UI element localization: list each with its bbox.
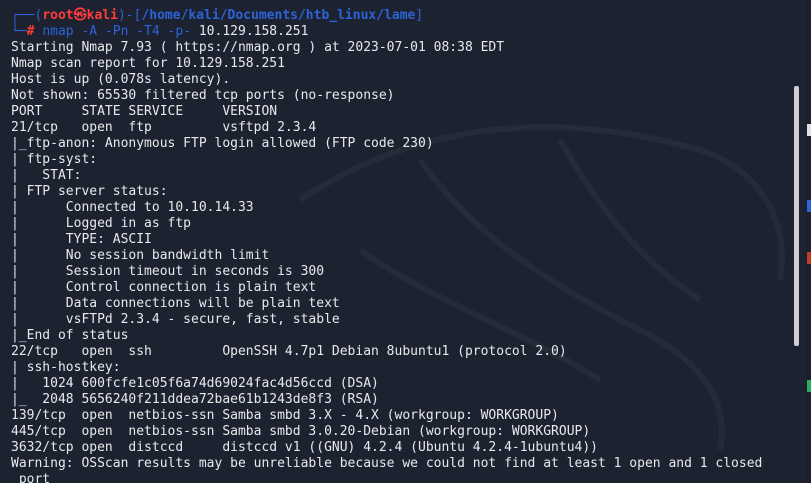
output-line: Starting Nmap 7.93 ( https://nmap.org ) … xyxy=(11,40,505,55)
terminal-output[interactable]: ┌──(root㉿kali)-[/home/kali/Documents/htb… xyxy=(0,6,794,483)
terminal-scrollbar[interactable] xyxy=(794,86,799,346)
output-line: Not shown: 65530 filtered tcp ports (no-… xyxy=(11,88,395,103)
output-line: | Logged in as ftp xyxy=(11,216,192,231)
command-args: -A -Pn -T4 -p- xyxy=(81,24,192,39)
output-line: | Connected to 10.10.14.33 xyxy=(11,200,254,215)
prompt-host: kali xyxy=(86,8,118,23)
prompt-path: /home/kali/Documents/htb_linux/lame xyxy=(141,8,416,23)
side-window-icon xyxy=(807,200,811,212)
output-line: Warning: OSScan results may be unreliabl… xyxy=(11,456,763,471)
command-line[interactable]: └─# nmap -A -Pn -T4 -p- 10.129.158.251 xyxy=(11,24,308,40)
output-line: 139/tcp open netbios-ssn Samba smbd 3.X … xyxy=(11,408,559,423)
output-line: 3632/tcp open distccd distccd v1 ((GNU) … xyxy=(11,440,598,455)
output-line: | ftp-syst: xyxy=(11,152,98,167)
output-line: | No session bandwidth limit xyxy=(11,248,270,263)
output-line: Nmap scan report for 10.129.158.251 xyxy=(11,56,285,71)
output-line: |_ftp-anon: Anonymous FTP login allowed … xyxy=(11,136,434,151)
side-window-icon xyxy=(807,252,811,264)
output-line: 445/tcp open netbios-ssn Samba smbd 3.0.… xyxy=(11,424,591,439)
output-line: port xyxy=(11,472,51,483)
output-line: |_ 2048 5656240f211ddea72bae61b1243de8f3… xyxy=(11,392,379,407)
background-window-edge xyxy=(806,0,811,483)
output-line: 21/tcp open ftp vsftpd 2.3.4 xyxy=(11,120,317,135)
output-line: | TYPE: ASCII xyxy=(11,232,152,247)
prompt-hash: # xyxy=(26,24,35,39)
screen: ┌──(root㉿kali)-[/home/kali/Documents/htb… xyxy=(0,0,811,483)
output-line: PORT STATE SERVICE VERSION xyxy=(11,104,278,119)
side-window-icon xyxy=(807,380,811,392)
output-line: | FTP server status: xyxy=(11,184,168,199)
command-target: 10.129.158.251 xyxy=(198,24,309,39)
output-line: | Control connection is plain text xyxy=(11,280,317,295)
output-line: 22/tcp open ssh OpenSSH 4.7p1 Debian 8ub… xyxy=(11,344,567,359)
output-line: | STAT: xyxy=(11,168,82,183)
output-line: | Data connections will be plain text xyxy=(11,296,340,311)
output-line: | vsFTPd 2.3.4 - secure, fast, stable xyxy=(11,312,340,327)
prompt-skull-icon: ㉿ xyxy=(73,8,87,23)
side-window-icon xyxy=(807,124,811,136)
command-name: nmap xyxy=(42,24,74,39)
prompt-line: ┌──(root㉿kali)-[/home/kali/Documents/htb… xyxy=(11,8,424,23)
output-line: | ssh-hostkey: xyxy=(11,360,121,375)
output-line: | Session timeout in seconds is 300 xyxy=(11,264,325,279)
output-line: Host is up (0.078s latency). xyxy=(11,72,231,87)
output-line: |_End of status xyxy=(11,328,129,343)
output-line: | 1024 600fcfe1c05f6a74d69024fac4d56ccd … xyxy=(11,376,379,391)
prompt-user: root xyxy=(42,8,74,23)
